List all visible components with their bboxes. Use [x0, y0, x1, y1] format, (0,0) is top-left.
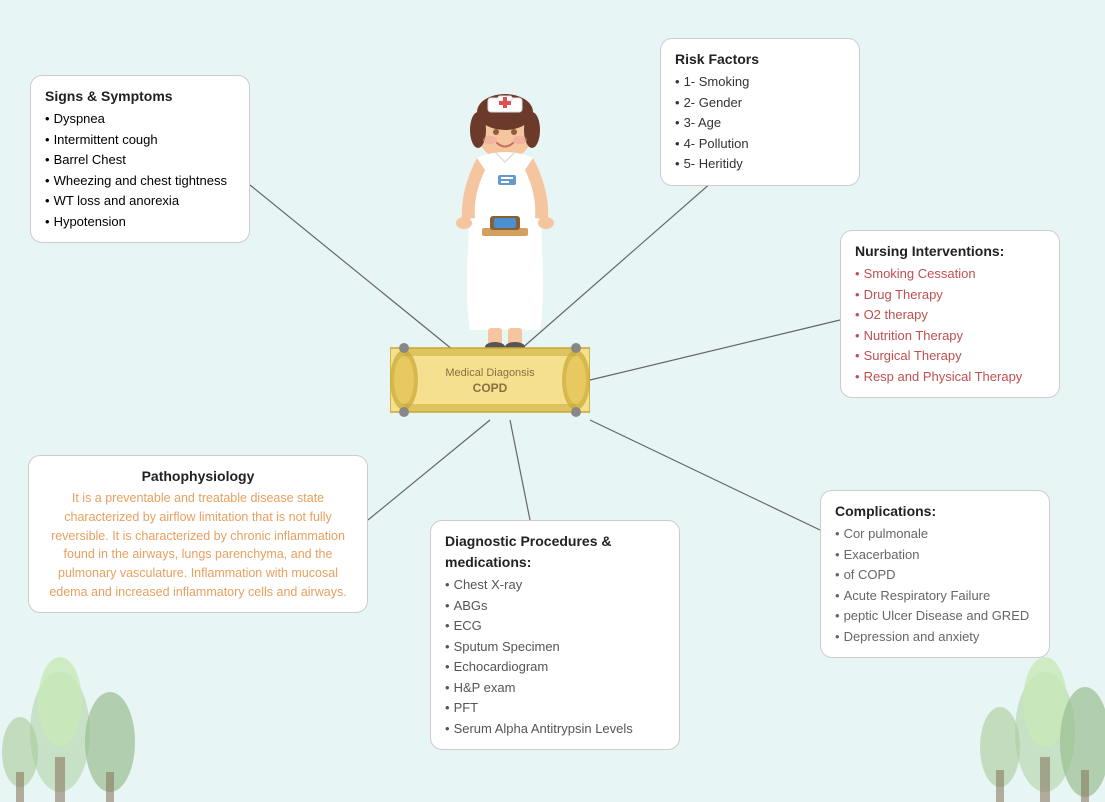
complications-box: Complications: •Cor pulmonale •Exacerbat… — [820, 490, 1050, 658]
nursing-list: •Smoking Cessation •Drug Therapy •O2 the… — [855, 264, 1045, 386]
svg-text:Medical Diagonsis: Medical Diagonsis — [445, 367, 535, 379]
list-item: •Resp and Physical Therapy — [855, 367, 1045, 387]
list-item: •2- Gender — [675, 93, 845, 113]
list-item: •Echocardiogram — [445, 657, 665, 677]
risk-factors-box: Risk Factors •1- Smoking •2- Gender •3- … — [660, 38, 860, 186]
comp-list: •Cor pulmonale •Exacerbation •of COPD •A… — [835, 524, 1035, 646]
list-item: •O2 therapy — [855, 305, 1045, 325]
risk-title: Risk Factors — [675, 49, 845, 70]
nursing-title: Nursing Interventions: — [855, 241, 1045, 262]
list-item: •1- Smoking — [675, 72, 845, 92]
list-item: •Surgical Therapy — [855, 346, 1045, 366]
patho-title: Pathophysiology — [43, 466, 353, 487]
comp-title: Complications: — [835, 501, 1035, 522]
patho-description: It is a preventable and treatable diseas… — [43, 489, 353, 602]
list-item: •Intermittent cough — [45, 130, 235, 150]
list-item: •3- Age — [675, 113, 845, 133]
diagnostic-procedures-box: Diagnostic Procedures & medications: •Ch… — [430, 520, 680, 750]
list-item: •Dyspnea — [45, 109, 235, 129]
signs-symptoms-box: Signs & Symptoms •Dyspnea •Intermittent … — [30, 75, 250, 243]
signs-title: Signs & Symptoms — [45, 86, 235, 107]
list-item: •Serum Alpha Antitrypsin Levels — [445, 719, 665, 739]
list-item: •Exacerbation — [835, 545, 1035, 565]
list-item: •of COPD — [835, 565, 1035, 585]
list-item: •PFT — [445, 698, 665, 718]
list-item: •4- Pollution — [675, 134, 845, 154]
list-item: •Smoking Cessation — [855, 264, 1045, 284]
list-item: •Chest X-ray — [445, 575, 665, 595]
nurse-illustration — [440, 80, 570, 350]
list-item: •H&P exam — [445, 678, 665, 698]
list-item: •Nutrition Therapy — [855, 326, 1045, 346]
list-item: •Acute Respiratory Failure — [835, 586, 1035, 606]
center-banner: Medical Diagonsis COPD — [390, 340, 590, 420]
diag-title: Diagnostic Procedures & medications: — [445, 531, 665, 573]
risk-list: •1- Smoking •2- Gender •3- Age •4- Pollu… — [675, 72, 845, 174]
list-item: •Drug Therapy — [855, 285, 1045, 305]
pathophysiology-box: Pathophysiology It is a preventable and … — [28, 455, 368, 613]
list-item: •Barrel Chest — [45, 150, 235, 170]
signs-list: •Dyspnea •Intermittent cough •Barrel Che… — [45, 109, 235, 231]
svg-text:COPD: COPD — [473, 381, 508, 395]
list-item: •5- Heritidy — [675, 154, 845, 174]
list-item: •WT loss and anorexia — [45, 191, 235, 211]
nursing-interventions-box: Nursing Interventions: •Smoking Cessatio… — [840, 230, 1060, 398]
list-item: •ECG — [445, 616, 665, 636]
list-item: •Cor pulmonale — [835, 524, 1035, 544]
list-item: •Depression and anxiety — [835, 627, 1035, 647]
list-item: •ABGs — [445, 596, 665, 616]
list-item: •Hypotension — [45, 212, 235, 232]
list-item: •peptic Ulcer Disease and GRED — [835, 606, 1035, 626]
diag-list: •Chest X-ray •ABGs •ECG •Sputum Specimen… — [445, 575, 665, 738]
list-item: •Sputum Specimen — [445, 637, 665, 657]
list-item: •Wheezing and chest tightness — [45, 171, 235, 191]
